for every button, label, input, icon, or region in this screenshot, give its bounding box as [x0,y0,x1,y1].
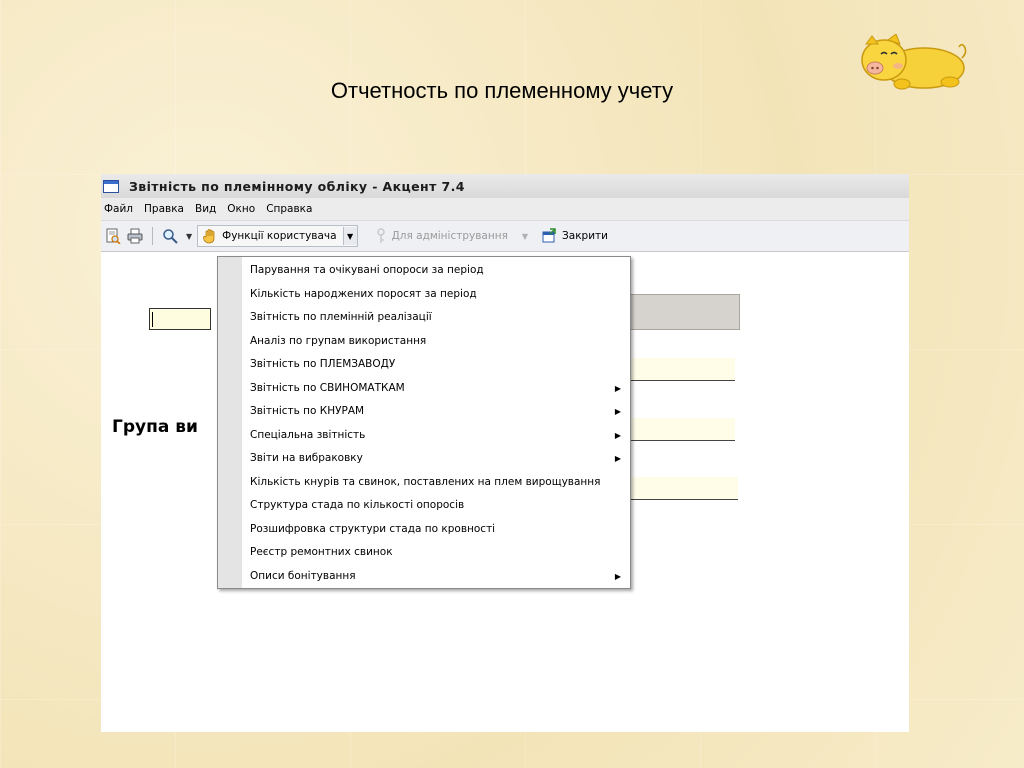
menu-item-breeding-farm[interactable]: Звітність по ПЛЕМЗАВОДУ [250,353,630,377]
admin-dropdown-arrow[interactable]: ▼ [522,232,528,241]
user-functions-button[interactable]: Функції користувача ▼ [197,225,358,247]
hand-icon [201,227,219,245]
menu-edit[interactable]: Правка [144,203,184,215]
menu-gutter [218,257,242,588]
close-button[interactable]: Закрити [540,227,608,245]
window-titlebar[interactable]: Звітність по племінному обліку - Акцент … [101,174,909,198]
menu-item-grading-descriptions[interactable]: Описи бонітування ▶ [250,565,630,589]
menu-item-label: Звітність по КНУРАМ [250,405,365,417]
user-functions-dropdown-arrow[interactable]: ▼ [342,227,357,245]
header-panel [621,294,740,330]
menu-item-label: Звіти на вибраковку [250,452,363,464]
submenu-arrow-icon: ▶ [614,454,621,463]
menu-item-label: Парування та очікувані опороси за період [250,264,484,276]
app-window-icon [103,179,119,193]
menu-file[interactable]: Файл [104,203,133,215]
menu-item-label: Структура стада по кількості опоросів [250,499,465,511]
menu-item-herd-by-blood[interactable]: Розшифровка структури стада по кровності [250,518,630,542]
key-icon [372,227,390,245]
user-functions-menu: Парування та очікувані опороси за період… [217,256,631,589]
submenu-arrow-icon: ▶ [614,430,621,440]
menu-item-replacement-gilts[interactable]: Реєстр ремонтних свинок [250,541,630,565]
menu-item-label: Кількість народжених поросят за період [250,287,477,300]
submenu-arrow-icon: ▶ [614,407,621,416]
menu-view[interactable]: Вид [195,203,216,215]
window-title: Звітність по племінному обліку - Акцент … [129,178,465,194]
input-field-2[interactable] [621,418,735,441]
menu-item-label: Спеціальна звітність [250,428,366,441]
printer-icon[interactable] [126,227,144,245]
input-field-1[interactable] [621,358,735,381]
menu-item-mating-report[interactable]: Парування та очікувані опороси за період [250,259,630,283]
menu-item-label: Аналіз по групам використання [250,334,427,347]
text-caret [152,312,153,327]
menu-item-label: Кількість кнурів та свинок, поставлених … [250,475,601,488]
text-input-field[interactable] [149,308,211,330]
menu-item-label: Звітність по СВИНОМАТКАМ [250,381,405,394]
submenu-arrow-icon: ▶ [614,383,621,393]
menu-help[interactable]: Справка [266,203,312,215]
group-label: Група ви [112,417,198,437]
menu-bar: Файл Правка Вид Окно Справка [101,198,909,221]
toolbar-separator [152,227,153,245]
close-label: Закрити [562,230,608,242]
admin-button[interactable]: Для адміністрування ▼ [372,227,528,245]
menu-item-label: Звітність по племінній реалізації [250,311,432,323]
admin-label: Для адміністрування [391,230,508,242]
menu-item-usage-groups[interactable]: Аналіз по групам використання [250,330,630,354]
menu-window[interactable]: Окно [227,203,255,215]
toolbar: ▼ Функції користувача ▼ Для адмініструва… [101,221,909,252]
input-field-3[interactable] [621,477,738,500]
menu-item-boars[interactable]: Звітність по КНУРАМ ▶ [250,400,630,424]
menu-item-label: Описи бонітування [250,569,356,582]
menu-item-culling-reports[interactable]: Звіти на вибраковку ▶ [250,447,630,471]
magnifier-icon[interactable] [161,227,179,245]
menu-item-breeding-sales[interactable]: Звітність по племінній реалізації [250,306,630,330]
pig-mascot-icon [861,34,967,90]
menu-item-label: Реєстр ремонтних свинок [250,546,393,558]
menu-item-piglets-born[interactable]: Кількість народжених поросят за період [250,283,630,307]
menu-item-herd-by-farrowings[interactable]: Структура стада по кількості опоросів [250,494,630,518]
search-dropdown-arrow[interactable]: ▼ [186,232,192,241]
slide-title: Отчетность по племенному учету [330,78,674,103]
menu-item-special-reports[interactable]: Спеціальна звітність ▶ [250,424,630,448]
print-preview-icon[interactable] [104,227,122,245]
menu-item-label: Звітність по ПЛЕМЗАВОДУ [250,358,396,370]
menu-item-boars-gilts-count[interactable]: Кількість кнурів та свинок, поставлених … [250,471,630,495]
user-functions-label: Функції користувача [222,230,337,242]
menu-item-label: Розшифровка структури стада по кровності [250,522,496,535]
menu-item-sows[interactable]: Звітність по СВИНОМАТКАМ ▶ [250,377,630,401]
submenu-arrow-icon: ▶ [614,571,621,581]
close-window-icon [540,227,558,245]
